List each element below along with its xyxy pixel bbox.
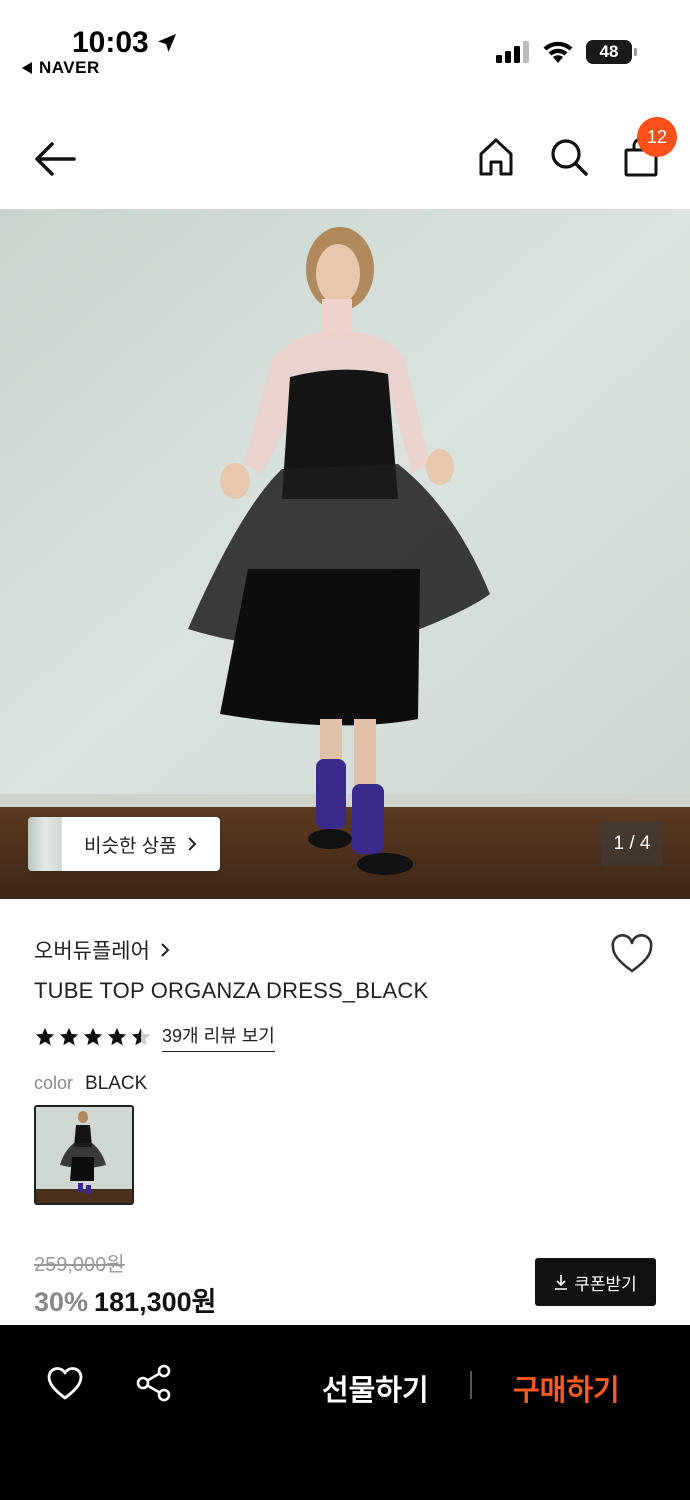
action-divider [470, 1371, 472, 1399]
star-icon [59, 1027, 79, 1046]
color-swatch-black[interactable] [34, 1105, 134, 1205]
status-time: 10:03 [72, 26, 149, 59]
gift-button[interactable]: 선물하기 [322, 1367, 429, 1409]
color-row: color BLACK [34, 1073, 147, 1095]
similar-products-label: 비슷한 상품 [84, 835, 177, 857]
color-key: color [34, 1073, 74, 1093]
cart-count: 12 [646, 126, 668, 147]
location-arrow-icon [157, 34, 176, 52]
product-image-carousel[interactable]: 비슷한 상품 1 / 4 [0, 209, 690, 899]
heart-icon[interactable] [610, 934, 654, 974]
back-arrow-icon[interactable] [32, 138, 78, 180]
product-title: TUBE TOP ORGANZA DRESS_BLACK [34, 978, 429, 1003]
star-icon [35, 1027, 55, 1046]
signal-icon [496, 41, 529, 63]
cart-count-badge: 12 [637, 117, 677, 157]
chevron-right-icon [187, 837, 197, 851]
back-to-app-link[interactable]: NAVER [22, 58, 100, 78]
rating-row: 39개 리뷰 보기 [34, 1022, 275, 1052]
product-photo [0, 209, 690, 899]
wifi-icon [543, 41, 573, 63]
similar-products-button[interactable]: 비슷한 상품 [28, 817, 220, 871]
download-icon [555, 1275, 568, 1290]
status-indicators: 48 [496, 40, 637, 64]
similar-products-thumbnail [28, 817, 62, 871]
brand-link[interactable]: 오버듀플레어 [34, 935, 170, 965]
search-icon[interactable] [548, 136, 590, 178]
battery-icon: 48 [586, 40, 637, 64]
original-price: 259,000원 [34, 1254, 125, 1276]
star-icon [83, 1027, 103, 1046]
heart-icon[interactable] [46, 1365, 84, 1401]
battery-level: 48 [599, 42, 619, 61]
star-rating [34, 1026, 152, 1048]
coupon-download-button[interactable]: 쿠폰받기 [535, 1258, 656, 1306]
brand-name: 오버듀플레어 [34, 940, 150, 963]
star-icon [107, 1027, 127, 1046]
home-icon[interactable] [476, 136, 516, 178]
share-icon[interactable] [134, 1363, 174, 1403]
bottom-action-bar: 선물하기 구매하기 [0, 1325, 690, 1500]
top-nav-bar [0, 110, 690, 208]
swatch-thumbnail [36, 1107, 132, 1203]
chevron-right-icon [161, 943, 170, 957]
back-app-label: NAVER [39, 58, 100, 77]
page-counter-text: 1 / 4 [613, 833, 651, 854]
sale-price: 181,300원 [94, 1287, 217, 1317]
discount-rate: 30% [34, 1287, 89, 1317]
half-star-icon [131, 1027, 151, 1046]
review-link[interactable]: 39개 리뷰 보기 [162, 1022, 275, 1052]
status-bar: 10:03 NAVER 48 [0, 0, 690, 100]
color-value: BLACK [85, 1073, 148, 1094]
image-page-counter: 1 / 4 [601, 821, 663, 867]
similar-products-label-group: 비슷한 상품 [84, 831, 197, 858]
back-triangle-icon [22, 62, 32, 74]
buy-button[interactable]: 구매하기 [513, 1367, 620, 1409]
price-row: 30% 181,300원 [34, 1280, 217, 1319]
status-time-group: 10:03 [72, 26, 179, 60]
coupon-label: 쿠폰받기 [574, 1274, 637, 1294]
